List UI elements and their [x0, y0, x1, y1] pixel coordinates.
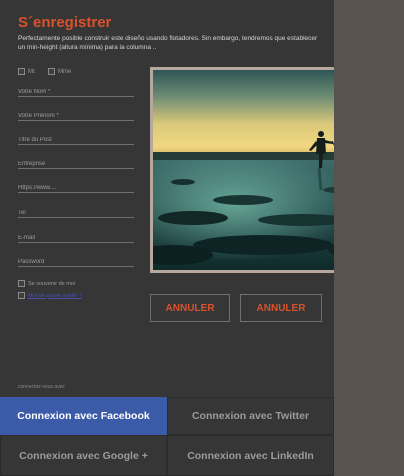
remember-me-label: Se souvenir de moi [28, 280, 76, 287]
prenom-field-wrap [18, 106, 134, 121]
register-panel: S´enregistrer Perfectamente posible cons… [0, 0, 334, 476]
beach-photo-image [153, 70, 334, 270]
email-field-wrap [18, 228, 134, 243]
cancel-button-1[interactable]: ANNULER [150, 294, 230, 322]
titre-input[interactable] [18, 137, 134, 143]
entreprise-input[interactable] [18, 161, 134, 167]
titre-field-wrap [18, 130, 134, 145]
entreprise-field-wrap [18, 154, 134, 169]
page-title: S´enregistrer [18, 14, 112, 31]
email-input[interactable] [18, 235, 134, 241]
nom-input[interactable] [18, 89, 134, 95]
forgot-checkbox[interactable] [18, 292, 25, 299]
remember-me-option[interactable]: Se souvenir de moi [18, 280, 75, 287]
google-login-button[interactable]: Connexion avec Google + [0, 435, 167, 476]
tel-field-wrap [18, 203, 134, 218]
civility-mr-checkbox[interactable] [18, 68, 25, 75]
twitter-login-button[interactable]: Connexion avec Twitter [167, 397, 334, 435]
forgot-row: Mot de passe oublié ? [18, 292, 82, 299]
cancel-button-2[interactable]: ANNULER [240, 294, 322, 322]
website-field-wrap [18, 178, 134, 193]
password-input[interactable] [18, 259, 134, 265]
civility-mr-label: Mr. [28, 68, 37, 75]
remember-me-checkbox[interactable] [18, 280, 25, 287]
intro-text: Perfectamente posible construir este dis… [18, 35, 318, 51]
civility-mme-label: Mme [58, 68, 72, 75]
password-field-wrap [18, 252, 134, 267]
facebook-login-button[interactable]: Connexion avec Facebook [0, 397, 167, 435]
civility-mme-option[interactable]: Mme [48, 68, 71, 75]
tel-input[interactable] [18, 210, 134, 216]
connect-with-label: connectez-vous avec [18, 384, 65, 390]
prenom-input[interactable] [18, 113, 134, 119]
website-input[interactable] [18, 185, 134, 191]
background-strip [334, 0, 404, 476]
forgot-password-link[interactable]: Mot de passe oublié ? [28, 293, 82, 299]
civility-mme-checkbox[interactable] [48, 68, 55, 75]
linkedin-login-button[interactable]: Connexion avec LinkedIn [167, 435, 334, 476]
hero-photo [150, 67, 334, 273]
nom-field-wrap [18, 82, 134, 97]
civility-mr-option[interactable]: Mr. [18, 68, 36, 75]
